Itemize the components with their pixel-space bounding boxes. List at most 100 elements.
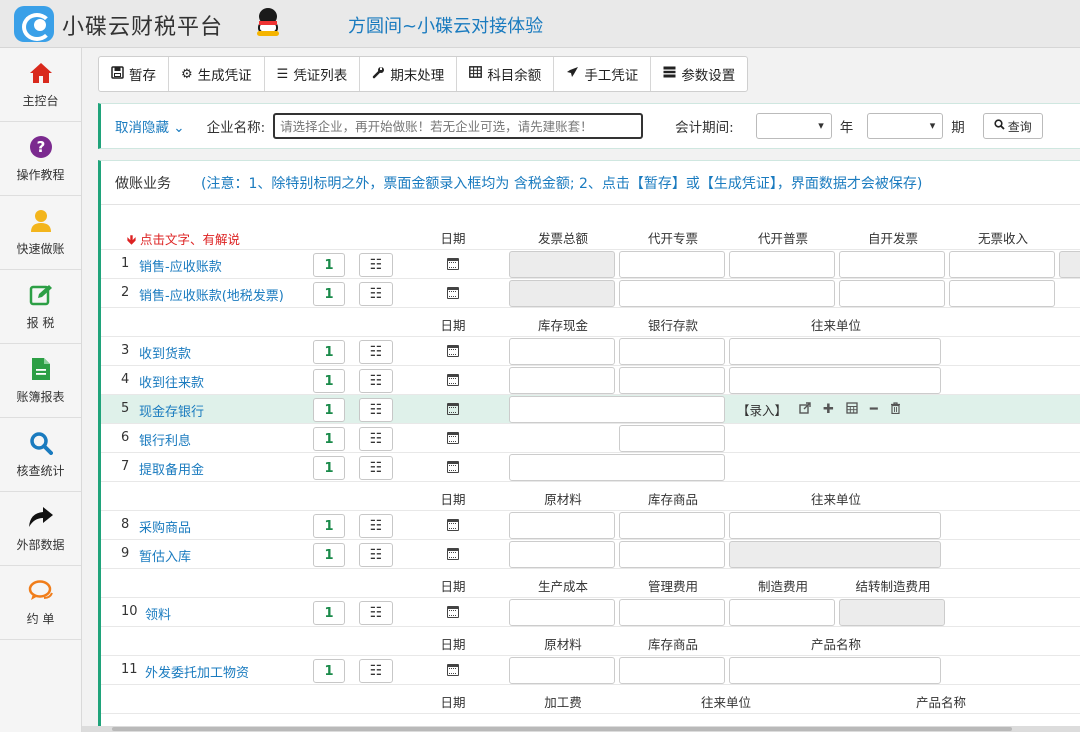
ordinary-invoice-input[interactable] (729, 251, 835, 278)
inventory-goods-input[interactable] (619, 541, 725, 568)
year-select[interactable]: ▾ (755, 113, 832, 139)
cash-input[interactable] (509, 367, 615, 394)
parameter-settings-button[interactable]: 参数设置 (651, 57, 747, 91)
amount-input[interactable] (509, 454, 725, 481)
business-item-link[interactable]: 领料 (145, 604, 171, 623)
list-button[interactable]: ☷ (359, 659, 393, 683)
list-button[interactable]: ☷ (359, 514, 393, 538)
minus-icon[interactable]: ━ (870, 402, 878, 417)
sidebar-item-quick-bookkeeping[interactable]: 快速做账 (0, 196, 81, 270)
calendar-icon[interactable] (447, 548, 459, 560)
business-item-link[interactable]: 收到往来款 (139, 372, 204, 391)
count-button[interactable]: 1 (313, 427, 345, 451)
calendar-icon[interactable] (447, 664, 459, 676)
save-draft-button[interactable]: 暂存 (99, 57, 169, 91)
product-name-input[interactable] (729, 657, 941, 684)
business-item-link[interactable]: 银行利息 (139, 430, 191, 449)
calendar-icon[interactable] (447, 287, 459, 299)
count-button[interactable]: 1 (313, 398, 345, 422)
sidebar-item-tutorial[interactable]: ? 操作教程 (0, 122, 81, 196)
count-button[interactable]: 1 (313, 514, 345, 538)
invoice-input[interactable] (619, 280, 835, 307)
list-button[interactable]: ☷ (359, 601, 393, 625)
calendar-icon[interactable] (447, 432, 459, 444)
list-button[interactable]: ☷ (359, 282, 393, 306)
sidebar-item-audit-stats[interactable]: 核查统计 (0, 418, 81, 492)
counterparty-input[interactable] (729, 512, 941, 539)
export-icon[interactable] (799, 401, 811, 418)
list-button[interactable]: ☷ (359, 253, 393, 277)
business-item-link[interactable]: 销售-应收账款(地税发票) (139, 285, 284, 304)
calendar-icon[interactable] (447, 374, 459, 386)
plus-icon[interactable]: ✚ (823, 402, 834, 417)
list-button[interactable]: ☷ (359, 543, 393, 567)
toggle-hidden-link[interactable]: 取消隐藏 ⌄ (115, 116, 185, 136)
list-button[interactable]: ☷ (359, 456, 393, 480)
calculator-icon[interactable] (846, 401, 858, 418)
business-item-link[interactable]: 收到货款 (139, 343, 191, 362)
list-button[interactable]: ☷ (359, 369, 393, 393)
business-item-link[interactable]: 销售-应收账款 (139, 256, 222, 275)
count-button[interactable]: 1 (313, 659, 345, 683)
period-select[interactable]: ▾ (867, 113, 944, 139)
manual-voucher-button[interactable]: 手工凭证 (554, 57, 652, 91)
calendar-icon[interactable] (447, 403, 459, 415)
scrollbar-thumb[interactable] (112, 727, 1012, 731)
calendar-icon[interactable] (447, 461, 459, 473)
count-button[interactable]: 1 (313, 543, 345, 567)
count-button[interactable]: 1 (313, 282, 345, 306)
self-issued-invoice-input[interactable] (839, 280, 945, 307)
business-item-link[interactable]: 提取备用金 (139, 459, 204, 478)
sidebar-item-tax-filing[interactable]: 报 税 (0, 270, 81, 344)
list-button[interactable]: ☷ (359, 398, 393, 422)
business-item-link[interactable]: 外发委托加工物资 (145, 662, 249, 681)
production-cost-input[interactable] (509, 599, 615, 626)
sidebar-item-orders[interactable]: 约 单 (0, 566, 81, 640)
calendar-icon[interactable] (447, 258, 459, 270)
admin-expense-input[interactable] (619, 599, 725, 626)
no-invoice-income-input[interactable] (949, 280, 1055, 307)
inventory-goods-input[interactable] (619, 657, 725, 684)
bank-deposit-input[interactable] (619, 367, 725, 394)
manufacturing-expense-input[interactable] (729, 599, 835, 626)
counterparty-input[interactable] (729, 338, 941, 365)
list-button[interactable]: ☷ (359, 340, 393, 364)
company-name-input[interactable] (273, 113, 644, 139)
account-balance-button[interactable]: 科目余额 (457, 57, 555, 91)
business-item-link[interactable]: 现金存银行 (139, 401, 204, 420)
bank-deposit-input[interactable] (619, 338, 725, 365)
business-item-link[interactable]: 采购商品 (139, 517, 191, 536)
amount-input[interactable] (509, 396, 725, 423)
entry-link[interactable]: 【录入】 (737, 400, 787, 419)
sidebar-item-dashboard[interactable]: 主控台 (0, 48, 81, 122)
qq-penguin-icon[interactable] (256, 8, 280, 36)
business-item-link[interactable]: 暂估入库 (139, 546, 191, 565)
raw-material-input[interactable] (509, 512, 615, 539)
no-invoice-income-input[interactable] (949, 251, 1055, 278)
counterparty-input[interactable] (729, 367, 941, 394)
list-button[interactable]: ☷ (359, 427, 393, 451)
count-button[interactable]: 1 (313, 340, 345, 364)
calendar-icon[interactable] (447, 606, 459, 618)
inventory-goods-input[interactable] (619, 512, 725, 539)
calendar-icon[interactable] (447, 345, 459, 357)
cash-input[interactable] (509, 338, 615, 365)
period-end-button[interactable]: 期末处理 (360, 57, 458, 91)
raw-material-input[interactable] (509, 657, 615, 684)
generate-voucher-button[interactable]: ⚙ 生成凭证 (169, 57, 265, 91)
trash-icon[interactable] (890, 401, 901, 418)
sidebar-item-external-data[interactable]: 外部数据 (0, 492, 81, 566)
count-button[interactable]: 1 (313, 253, 345, 277)
voucher-list-button[interactable]: ☰ 凭证列表 (265, 57, 361, 91)
calendar-icon[interactable] (447, 519, 459, 531)
self-issued-invoice-input[interactable] (839, 251, 945, 278)
count-button[interactable]: 1 (313, 369, 345, 393)
query-button[interactable]: 查询 (982, 113, 1043, 139)
horizontal-scrollbar[interactable] (82, 726, 1080, 732)
sidebar-item-ledger-reports[interactable]: 账簿报表 (0, 344, 81, 418)
special-invoice-input[interactable] (619, 251, 725, 278)
count-button[interactable]: 1 (313, 456, 345, 480)
bank-deposit-input[interactable] (619, 425, 725, 452)
raw-material-input[interactable] (509, 541, 615, 568)
count-button[interactable]: 1 (313, 601, 345, 625)
